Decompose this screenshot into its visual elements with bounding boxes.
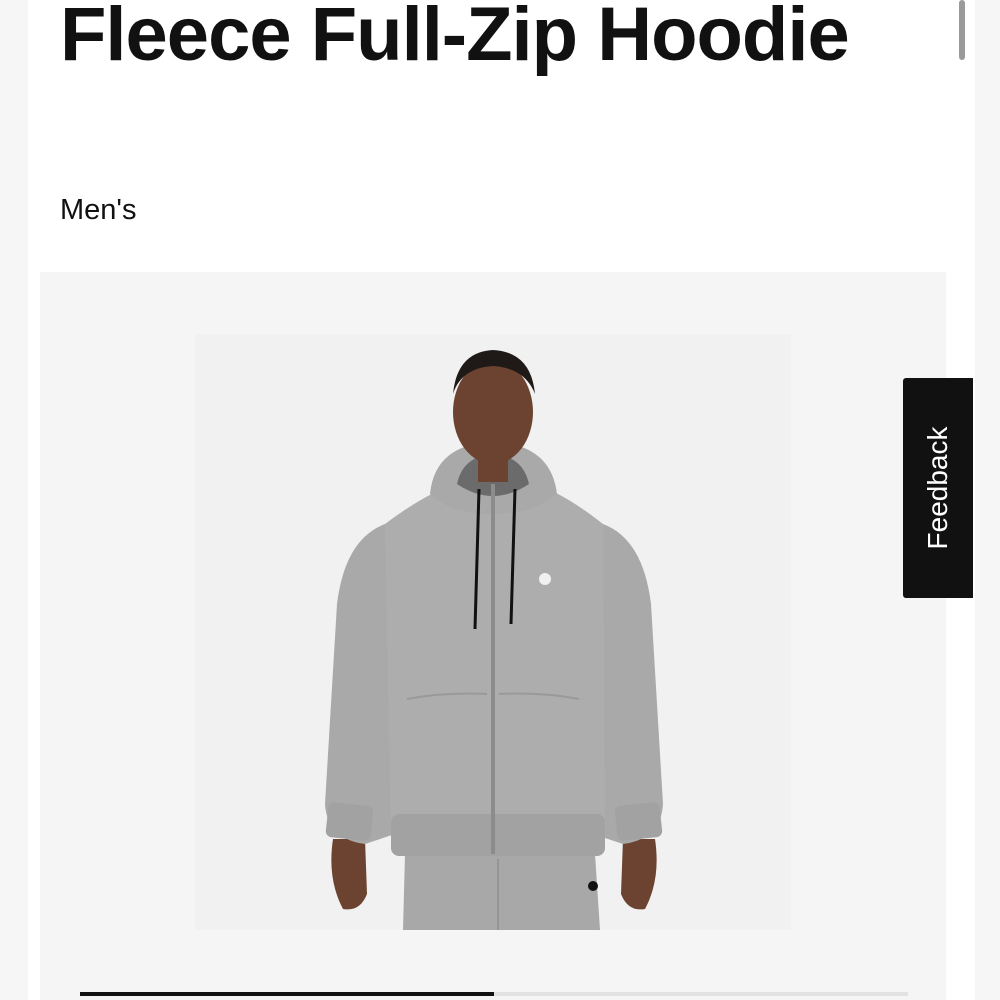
left-gutter	[0, 0, 28, 1000]
feedback-button[interactable]: Feedback	[903, 378, 973, 598]
product-gallery[interactable]	[40, 272, 946, 1000]
carousel-progress-track[interactable]	[80, 992, 908, 996]
product-page: Fleece Full-Zip Hoodie Men's Feedback	[0, 0, 1000, 1000]
hoodie-product-image[interactable]	[195, 334, 791, 930]
product-title: Fleece Full-Zip Hoodie	[60, 0, 850, 77]
hoodie-illustration	[195, 334, 791, 930]
right-gutter	[975, 0, 1000, 1000]
carousel-progress-fill	[80, 992, 494, 996]
feedback-label: Feedback	[922, 426, 953, 550]
scrollbar-thumb[interactable]	[959, 0, 965, 60]
product-subtitle: Men's	[60, 194, 137, 226]
